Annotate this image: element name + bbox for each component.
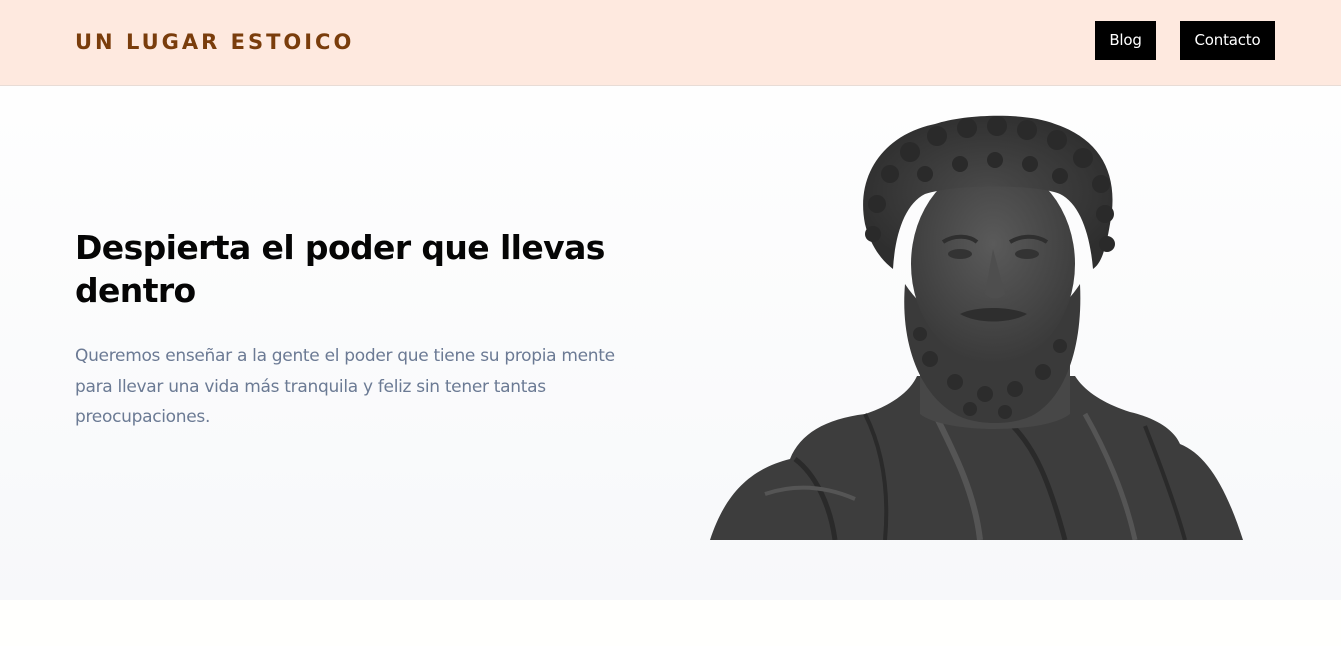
site-logo[interactable]: UN LUGAR ESTOICO <box>75 29 354 55</box>
nav-contact-button[interactable]: Contacto <box>1180 21 1275 60</box>
nav-blog-button[interactable]: Blog <box>1095 21 1156 60</box>
hero-headline: Despierta el poder que llevas dentro <box>75 228 605 310</box>
site-header: UN LUGAR ESTOICO Blog Contacto <box>0 0 1341 86</box>
hero-subtext: Queremos enseñar a la gente el poder que… <box>75 346 615 427</box>
marble-bust-image <box>710 115 1243 540</box>
hero-section: Despierta el poder que llevas dentro Que… <box>0 86 1341 600</box>
